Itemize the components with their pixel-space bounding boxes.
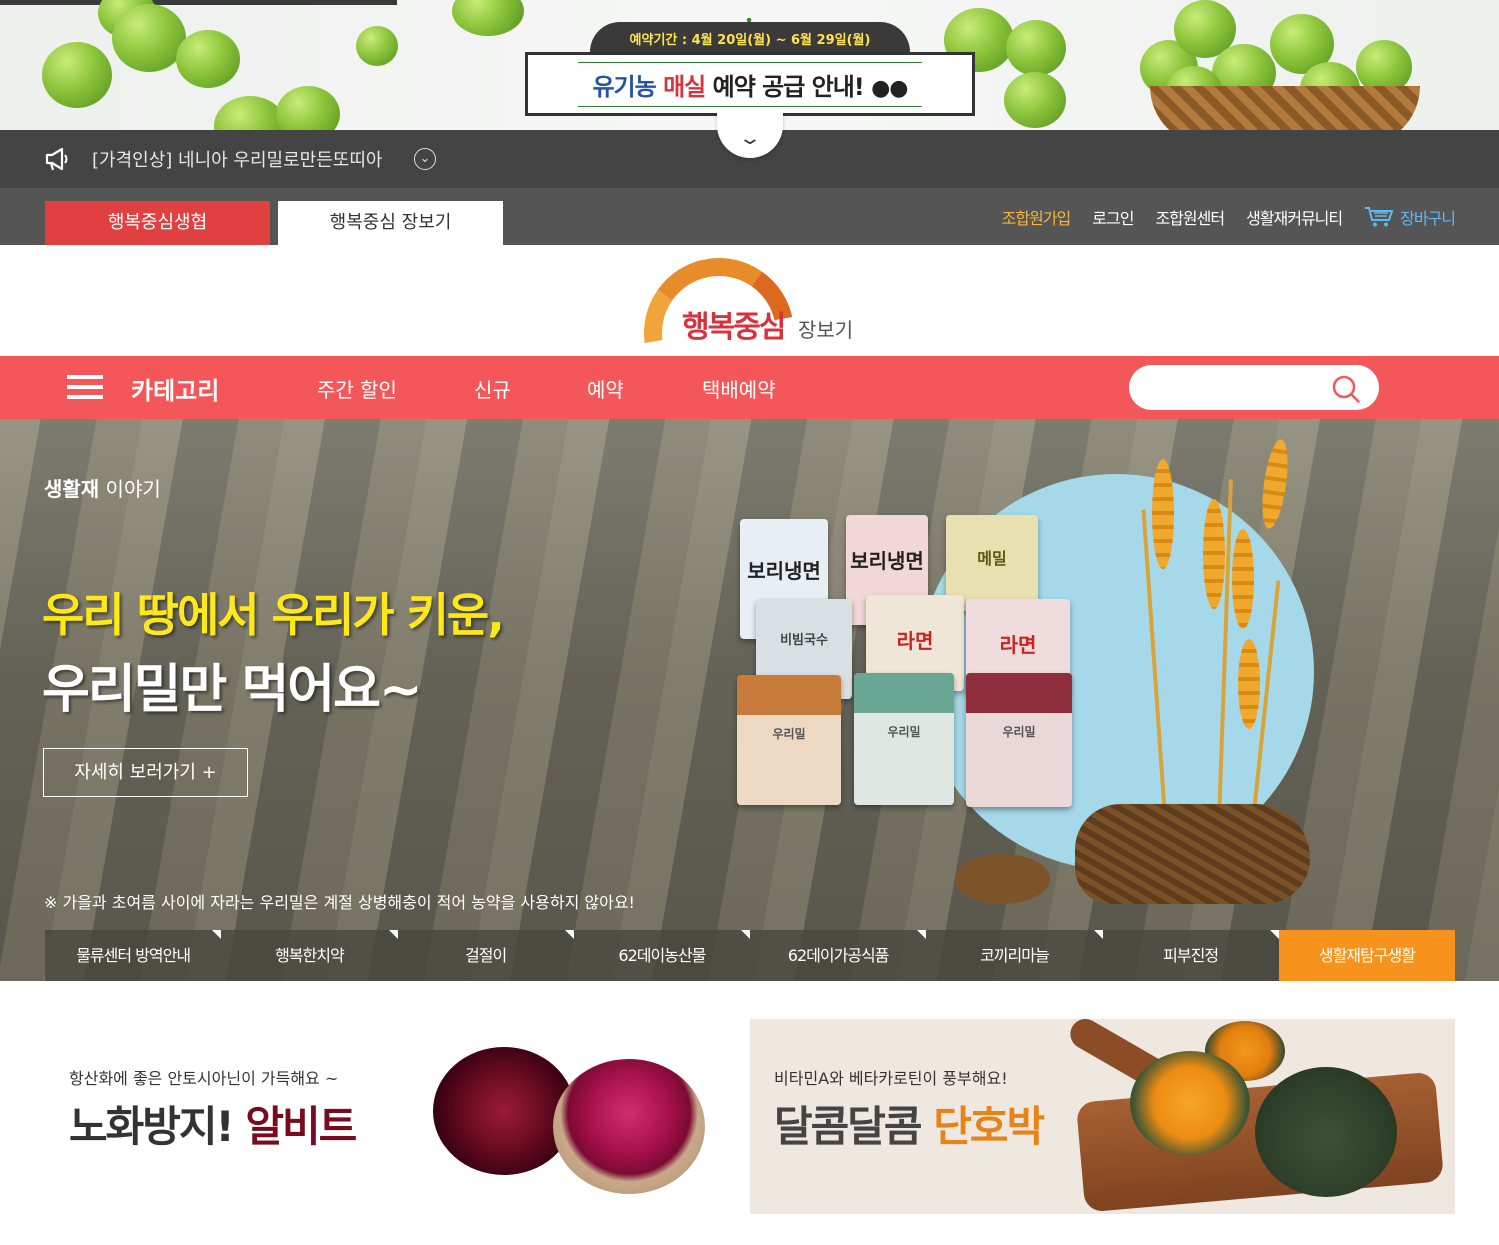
hero-tab[interactable]: 물류센터 방역안내 [45, 930, 222, 981]
hero-headline-2: 우리밀만 먹어요~ [42, 660, 423, 720]
beet-banner-subtitle: 항산화에 좋은 안토시아닌이 가득해요 ~ [69, 1069, 339, 1088]
member-center-link[interactable]: 조합원센터 [1155, 205, 1225, 229]
hero-footnote: ※ 가을과 초여름 사이에 자라는 우리밀은 계절 상병해충이 적어 농약을 사… [44, 893, 635, 912]
hero-tab[interactable]: 행복한치약 [221, 930, 398, 981]
promo-title-plum: 매실 [663, 72, 706, 101]
beet-banner-title-prefix: 노화방지! [69, 1102, 246, 1151]
nav-delivery-reservation[interactable]: 택배예약 [702, 374, 776, 403]
pumpkin-banner-subtitle: 비타민A와 베타카로틴이 풍부해요! [774, 1069, 1008, 1088]
plum-image [1006, 20, 1066, 76]
nav-reservation[interactable]: 예약 [587, 374, 624, 403]
promo-period: 예약기간 : 4월 20일(월) ~ 6월 29일(월) [590, 22, 910, 56]
promo-top-line [0, 0, 397, 5]
nav-weekly-sale[interactable]: 주간 할인 [317, 374, 397, 403]
global-nav-bar: 행복중심생협 행복중심 장보기 조합원가입 로그인 조합원센터 생활재커뮤니티 … [0, 188, 1499, 245]
plum-pair-icon: ●● [871, 75, 908, 101]
beet-banner-title-em: 알비트 [245, 1102, 357, 1151]
tab-happy-coop[interactable]: 행복중심생협 [45, 201, 270, 245]
hamburger-icon[interactable] [67, 375, 103, 401]
site-logo[interactable]: 행복중심 장보기 [640, 258, 870, 348]
wheat-ear [1238, 639, 1260, 729]
hero-tab[interactable]: 62데이농산물 [573, 930, 751, 981]
pumpkin-banner[interactable]: 비타민A와 베타카로틴이 풍부해요! 달콤달콤 단호박 [750, 1019, 1455, 1214]
product-package: 우리밀 [854, 673, 954, 805]
beet-half-image [553, 1059, 705, 1194]
community-link[interactable]: 생활재커뮤니티 [1246, 205, 1343, 229]
wheat-ear [1152, 459, 1174, 569]
plum-image [42, 42, 112, 108]
logo-main-text: 행복중심 [682, 310, 786, 345]
beet-banner[interactable]: 항산화에 좋은 안토시아닌이 가득해요 ~ 노화방지! 알비트 [45, 1019, 715, 1214]
logo-sub-text: 장보기 [798, 318, 854, 342]
pumpkin-whole-image [1255, 1067, 1397, 1197]
hero-category: 생활재 이야기 [44, 473, 161, 502]
hero-more-button[interactable]: 자세히 보러가기 + [43, 748, 248, 797]
search-input[interactable] [1129, 365, 1379, 410]
hero-slide-tabs: 물류센터 방역안내 행복한치약 걸절이 62데이농산물 62데이가공식품 코끼리… [45, 930, 1455, 981]
cart-link[interactable]: 장바구니 [1364, 205, 1456, 229]
chevron-down-icon: ⌄ [737, 128, 763, 149]
plum-image [356, 26, 398, 66]
pumpkin-banner-title-em: 단호박 [933, 1102, 1045, 1151]
join-member-link[interactable]: 조합원가입 [1002, 205, 1072, 229]
plum-image [1004, 72, 1066, 128]
hero-category-rest: 이야기 [99, 477, 161, 501]
hero-tab[interactable]: 피부진정 [1102, 930, 1280, 981]
hero-tab[interactable]: 62데이가공식품 [750, 930, 927, 981]
plum-image [176, 30, 240, 88]
hero-headline-1: 우리 땅에서 우리가 키운, [42, 588, 505, 642]
hero-tab[interactable]: 걸절이 [397, 930, 575, 981]
pumpkin-banner-title: 달콤달콤 단호박 [774, 1093, 1045, 1154]
grain-sack-image [1075, 804, 1310, 904]
promo-title-organic: 유기농 [592, 72, 656, 101]
product-package: 우리밀 [966, 673, 1072, 807]
search-icon[interactable] [1331, 374, 1361, 404]
wheat-ear [1232, 529, 1254, 629]
beet-image [433, 1047, 575, 1175]
login-link[interactable]: 로그인 [1092, 205, 1134, 229]
main-nav: 카테고리 주간 할인 신규 예약 택배예약 [0, 356, 1499, 419]
megaphone-icon [44, 146, 72, 172]
hero-tab-active[interactable]: 생활재탐구생활 [1278, 930, 1455, 981]
plum-image [112, 4, 186, 72]
promo-title-box: 유기농 매실 예약 공급 안내! ●● [525, 52, 975, 116]
product-package: 우리밀 [737, 675, 841, 805]
pumpkin-half-image [1130, 1051, 1250, 1155]
cart-label: 장바구니 [1400, 209, 1456, 228]
pumpkin-banner-title-prefix: 달콤달콤 [774, 1102, 934, 1151]
plum-image [276, 86, 340, 130]
plum-image [452, 0, 524, 36]
promo-title-rest: 예약 공급 안내! [712, 72, 865, 101]
hero-category-bold: 생활재 [44, 477, 100, 501]
tab-happy-shopping[interactable]: 행복중심 장보기 [278, 201, 503, 245]
hero-slide: 생활재 이야기 우리 땅에서 우리가 키운, 우리밀만 먹어요~ 자세히 보러가… [0, 419, 1499, 981]
promo-title: 유기농 매실 예약 공급 안내! ●● [578, 61, 922, 107]
circle-chevron-down-icon[interactable]: ⌄ [414, 148, 436, 170]
nav-new[interactable]: 신규 [474, 374, 511, 403]
cart-icon [1365, 207, 1394, 227]
grain-scoop-image [955, 854, 1050, 904]
hero-tab[interactable]: 코끼리마늘 [926, 930, 1103, 981]
notice-link[interactable]: [가격인상] 네니아 우리밀로만든또띠아 [92, 146, 382, 172]
category-menu[interactable]: 카테고리 [131, 371, 219, 406]
basket-image [1150, 86, 1420, 130]
beet-banner-title: 노화방지! 알비트 [69, 1093, 357, 1154]
utility-links: 조합원가입 로그인 조합원센터 생활재커뮤니티 장바구니 [1002, 205, 1456, 229]
wheat-ear [1203, 499, 1225, 609]
